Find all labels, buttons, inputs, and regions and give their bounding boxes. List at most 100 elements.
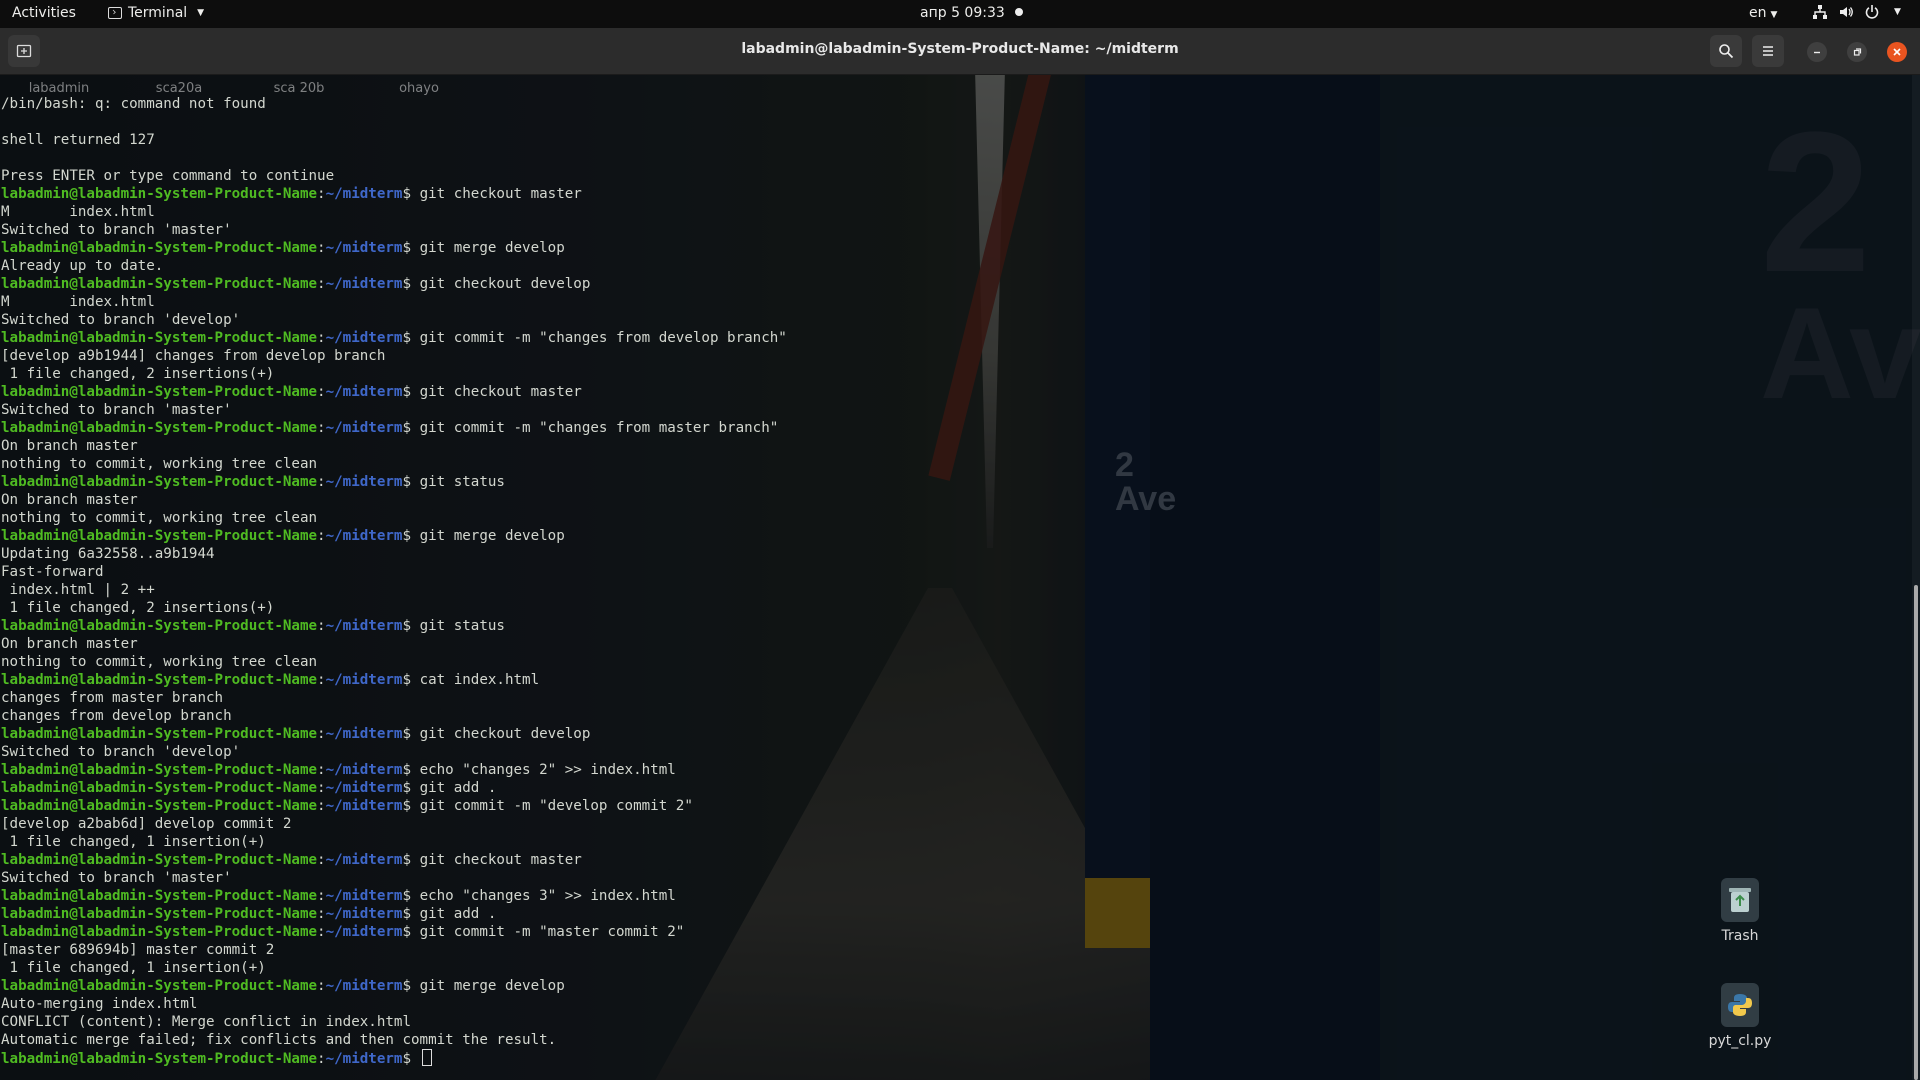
prompt-command: git commit -m "changes from master branc… [419, 420, 779, 436]
output-line: Switched to branch 'develop' [1, 312, 241, 328]
output-line: Switched to branch 'develop' [1, 744, 241, 760]
prompt-path: ~/midterm [325, 186, 403, 202]
prompt-path: ~/midterm [325, 780, 403, 796]
prompt-command: git merge develop [419, 240, 565, 256]
volume-icon [1840, 7, 1853, 17]
language-label: en [1749, 5, 1767, 21]
prompt-command: git commit -m "develop commit 2" [419, 798, 693, 814]
activities-button[interactable]: Activities [12, 5, 76, 21]
prompt-line: labadmin@labadmin-System-Product-Name:~/… [1, 474, 505, 490]
desktop-icon-label: Trash [1721, 928, 1759, 944]
prompt-line: labadmin@labadmin-System-Product-Name:~/… [1, 186, 582, 202]
prompt-line: labadmin@labadmin-System-Product-Name:~/… [1, 240, 565, 256]
prompt-path: ~/midterm [325, 672, 403, 688]
terminal-header-bar: labadmin@labadmin-System-Product-Name: ~… [0, 28, 1920, 75]
output-line: Fast-forward [1, 564, 104, 580]
output-line: Switched to branch 'master' [1, 222, 232, 238]
prompt-command: git checkout master [419, 186, 582, 202]
app-menu-label: Terminal [128, 5, 188, 21]
prompt-user: labadmin@labadmin-System-Product-Name [1, 906, 318, 922]
language-selector[interactable]: en ▼ [1749, 5, 1777, 21]
chevron-down-icon: ▼ [1770, 10, 1778, 20]
close-button[interactable] [1887, 42, 1907, 62]
output-line: 1 file changed, 1 insertion(+) [1, 960, 266, 976]
output-line: [master 689694b] master commit 2 [1, 942, 275, 958]
desktop-icon-trash[interactable]: Trash [1695, 878, 1785, 944]
prompt-path: ~/midterm [325, 888, 403, 904]
clock-label: апр 5 09:33 [920, 5, 1005, 21]
prompt-line: labadmin@labadmin-System-Product-Name:~/… [1, 978, 565, 994]
prompt-line: labadmin@labadmin-System-Product-Name:~/… [1, 906, 497, 922]
search-button[interactable] [1710, 35, 1742, 67]
prompt-path: ~/midterm [325, 852, 403, 868]
hamburger-menu-button[interactable] [1752, 35, 1784, 67]
prompt-path: ~/midterm [325, 240, 403, 256]
prompt-path: ~/midterm [325, 924, 403, 940]
terminal-cursor [421, 1049, 432, 1066]
prompt-user: labadmin@labadmin-System-Product-Name [1, 888, 318, 904]
prompt-user: labadmin@labadmin-System-Product-Name [1, 780, 318, 796]
ghost-desktop-icon: labadmin [28, 81, 90, 96]
prompt-user: labadmin@labadmin-System-Product-Name [1, 474, 318, 490]
prompt-command: git checkout master [419, 384, 582, 400]
prompt-path: ~/midterm [325, 330, 403, 346]
python-file-icon [1721, 983, 1759, 1027]
prompt-line: labadmin@labadmin-System-Product-Name:~/… [1, 528, 565, 544]
prompt-user: labadmin@labadmin-System-Product-Name [1, 420, 318, 436]
output-line: Press ENTER or type command to continue [1, 168, 335, 184]
output-line: nothing to commit, working tree clean [1, 654, 318, 670]
network-icon [1813, 5, 1827, 19]
desktop-icon-label: pyt_cl.py [1708, 1033, 1772, 1049]
prompt-user: labadmin@labadmin-System-Product-Name [1, 726, 318, 742]
prompt-line: labadmin@labadmin-System-Product-Name:~/… [1, 852, 582, 868]
ghost-desktop-icon: ohayo [399, 81, 439, 96]
terminal-scrollbar[interactable] [1912, 75, 1920, 1080]
output-line: changes from develop branch [1, 708, 232, 724]
top-bar: Activities Terminal ▼ апр 5 09:33 en ▼ ▼ [0, 0, 1920, 28]
system-tray[interactable]: ▼ [1812, 4, 1901, 20]
app-menu[interactable]: Terminal ▼ [108, 5, 204, 21]
output-line: Switched to branch 'master' [1, 870, 232, 886]
minimize-icon [1814, 51, 1820, 54]
output-line: nothing to commit, working tree clean [1, 510, 318, 526]
prompt-path: ~/midterm [325, 384, 403, 400]
output-line: nothing to commit, working tree clean [1, 456, 318, 472]
prompt-user: labadmin@labadmin-System-Product-Name [1, 240, 318, 256]
output-line: Updating 6a32558..a9b1944 [1, 546, 215, 562]
prompt-command: git merge develop [419, 528, 565, 544]
prompt-line: labadmin@labadmin-System-Product-Name:~/… [1, 330, 787, 346]
prompt-command: git add . [419, 780, 497, 796]
prompt-command: git add . [419, 906, 497, 922]
prompt-user: labadmin@labadmin-System-Product-Name [1, 852, 318, 868]
window-title: labadmin@labadmin-System-Product-Name: ~… [741, 41, 1179, 57]
maximize-button[interactable] [1847, 42, 1867, 62]
prompt-path: ~/midterm [325, 978, 403, 994]
close-icon [1893, 48, 1901, 56]
prompt-path: ~/midterm [325, 1051, 403, 1067]
ghost-desktop-icon: sca20a [155, 81, 203, 96]
output-line: 1 file changed, 2 insertions(+) [1, 366, 275, 382]
output-line: [develop a2bab6d] develop commit 2 [1, 816, 292, 832]
prompt-line: labadmin@labadmin-System-Product-Name:~/… [1, 798, 693, 814]
prompt-path: ~/midterm [325, 618, 403, 634]
prompt-line: labadmin@labadmin-System-Product-Name:~/… [1, 888, 676, 904]
desktop-icon-python-file[interactable]: pyt_cl.py [1695, 983, 1785, 1049]
output-line: Switched to branch 'master' [1, 402, 232, 418]
prompt-command: git commit -m "master commit 2" [419, 924, 685, 940]
prompt-user: labadmin@labadmin-System-Product-Name [1, 1051, 318, 1067]
chevron-down-icon: ▼ [197, 8, 205, 18]
terminal-output[interactable]: /bin/bash: q: command not found shell ret… [1, 95, 787, 1067]
output-line: changes from master branch [1, 690, 224, 706]
scrollbar-thumb[interactable] [1914, 585, 1918, 1080]
output-line: /bin/bash: q: command not found [1, 96, 266, 112]
prompt-line: labadmin@labadmin-System-Product-Name:~/… [1, 762, 676, 778]
minimize-button[interactable] [1807, 42, 1827, 62]
prompt-user: labadmin@labadmin-System-Product-Name [1, 384, 318, 400]
output-line: Automatic merge failed; fix conflicts an… [1, 1032, 557, 1048]
prompt-user: labadmin@labadmin-System-Product-Name [1, 186, 318, 202]
prompt-line: labadmin@labadmin-System-Product-Name:~/… [1, 672, 540, 688]
output-line: M index.html [1, 204, 155, 220]
clock[interactable]: апр 5 09:33 [920, 5, 1023, 21]
notification-dot-icon [1014, 8, 1023, 16]
